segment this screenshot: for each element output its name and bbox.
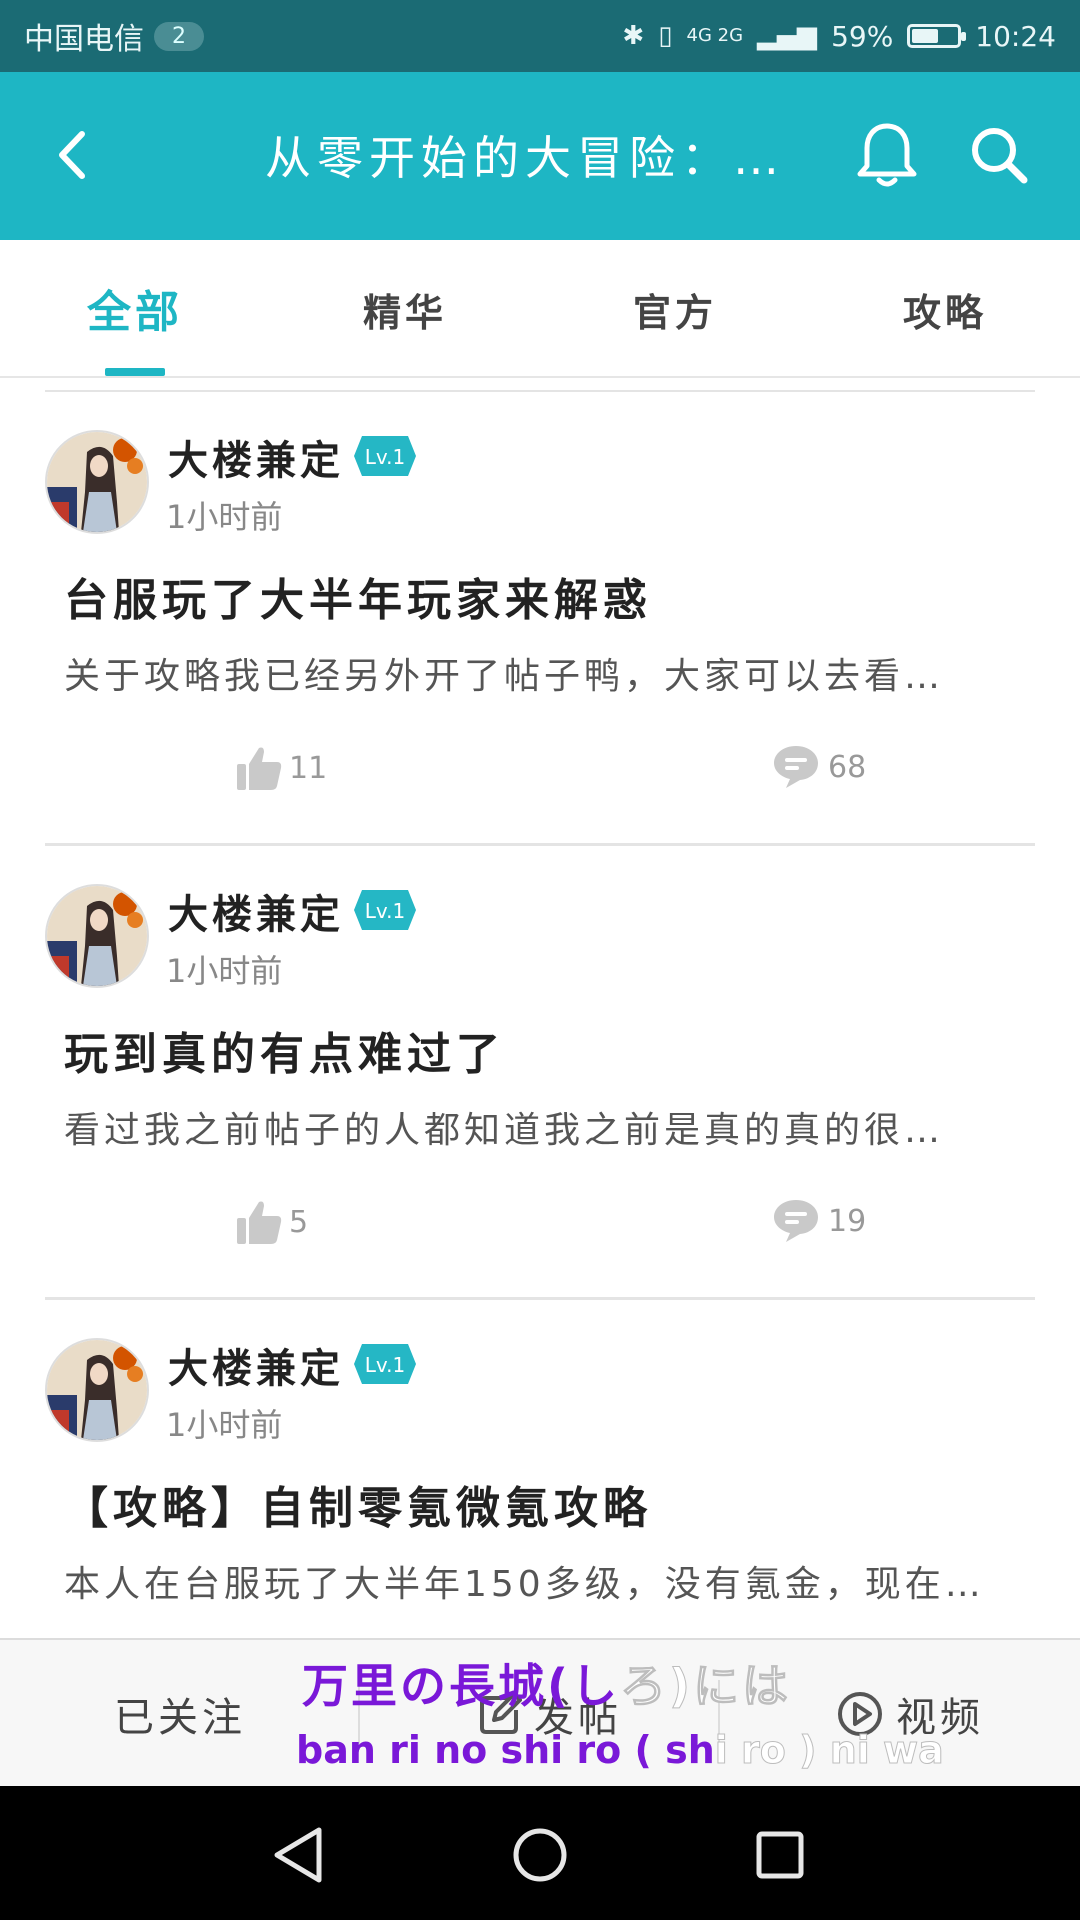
comment-button[interactable]: 19 [772, 1198, 866, 1244]
post-excerpt[interactable]: 本人在台服玩了大半年150多级，没有氪金，现在… [64, 1555, 1004, 1607]
carrier-name: 中国电信 [24, 22, 144, 57]
level-text: Lv.1 [365, 445, 406, 469]
lyric-unsung: ろ)には [620, 1659, 792, 1714]
author-name[interactable]: 大楼兼定 [168, 428, 344, 486]
thumbs-up-icon [237, 747, 282, 790]
triangle-back-icon [274, 1827, 322, 1883]
post-time: 1小时前 [166, 952, 283, 990]
avatar-image [47, 886, 147, 986]
thumbs-up-icon [237, 1201, 282, 1244]
level-text: Lv.1 [365, 899, 406, 923]
active-tab-indicator [105, 368, 165, 376]
lyric-romaji-sung: ban ri no shi ro ( sh [296, 1728, 715, 1772]
author-name[interactable]: 大楼兼定 [168, 882, 344, 940]
avatar[interactable] [45, 1338, 149, 1442]
level-badge: Lv.1 [354, 436, 416, 476]
back-button[interactable] [40, 120, 110, 190]
avatar-image [47, 432, 147, 532]
followed-button[interactable]: 已关注 [60, 1640, 300, 1788]
category-tabs: 全部 精华 官方 攻略 [0, 240, 1080, 378]
status-indicators: ✱ ▯ 4G 2G ▂▄▆ 59% 10:24 [622, 20, 1056, 53]
square-recents-icon [756, 1831, 804, 1879]
tab-featured[interactable]: 精华 [305, 282, 505, 337]
battery-icon [907, 24, 967, 48]
status-bar: 中国电信 2 ✱ ▯ 4G 2G ▂▄▆ 59% 10:24 [0, 0, 1080, 72]
like-button[interactable]: 5 [235, 1198, 308, 1246]
clock: 10:24 [975, 19, 1056, 53]
page-title: 从零开始的大冒险：… [265, 131, 785, 185]
search-button[interactable] [966, 122, 1032, 188]
tab-guides[interactable]: 攻略 [845, 282, 1045, 337]
comment-count: 68 [828, 749, 867, 785]
app-header: 从零开始的大冒险：… [0, 72, 1080, 240]
author-name[interactable]: 大楼兼定 [168, 1336, 344, 1394]
post-card[interactable]: 大楼兼定 Lv.1 1小时前 台服玩了大半年玩家来解惑 关于攻略我已经另外开了帖… [0, 392, 1080, 846]
tab-official[interactable]: 官方 [575, 282, 775, 337]
post-time: 1小时前 [166, 1406, 283, 1444]
like-button[interactable]: 11 [235, 744, 327, 792]
nav-back-button[interactable] [255, 1810, 345, 1900]
followed-label: 已关注 [114, 1695, 246, 1741]
level-badge: Lv.1 [354, 1344, 416, 1384]
notification-button[interactable] [852, 120, 922, 192]
avatar[interactable] [45, 884, 149, 988]
battery-percent: 59% [831, 19, 894, 53]
post-title[interactable]: 玩到真的有点难过了 [64, 1018, 505, 1082]
comment-count: 19 [828, 1203, 867, 1239]
system-navigation-bar [0, 1786, 1080, 1920]
lyric-romaji-line: ban ri no shi ro ( shi ro ) ni wa [296, 1728, 944, 1773]
post-title[interactable]: 台服玩了大半年玩家来解惑 [64, 564, 652, 628]
bell-icon [857, 123, 917, 187]
comment-icon [774, 746, 818, 788]
nav-home-button[interactable] [495, 1810, 585, 1900]
back-arrow-icon [59, 131, 85, 179]
tab-all[interactable]: 全部 [35, 276, 235, 340]
post-card[interactable]: 大楼兼定 Lv.1 1小时前 【攻略】自制零氪微氪攻略 本人在台服玩了大半年15… [0, 1300, 1080, 1638]
post-time: 1小时前 [166, 498, 283, 536]
like-count: 11 [289, 750, 328, 786]
signal-icon: ▂▄▆ [757, 21, 818, 51]
lyric-romaji-unsung: i ro ) ni wa [714, 1728, 944, 1773]
post-card[interactable]: 大楼兼定 Lv.1 1小时前 玩到真的有点难过了 看过我之前帖子的人都知道我之前… [0, 846, 1080, 1300]
search-icon [972, 128, 1028, 184]
level-text: Lv.1 [365, 1353, 406, 1377]
network-type: 4G 2G [686, 25, 744, 46]
post-excerpt[interactable]: 看过我之前帖子的人都知道我之前是真的真的很… [64, 1101, 1004, 1153]
bluetooth-icon: ✱ [622, 21, 645, 51]
level-badge: Lv.1 [354, 890, 416, 930]
battery-level-fill [912, 29, 939, 43]
lyric-sung: 万里の長城(し [302, 1659, 621, 1713]
post-title[interactable]: 【攻略】自制零氪微氪攻略 [64, 1472, 652, 1536]
avatar[interactable] [45, 430, 149, 534]
comment-icon [774, 1200, 818, 1242]
sim-badge: 2 [154, 21, 204, 51]
circle-home-icon [513, 1828, 567, 1882]
comment-button[interactable]: 68 [772, 744, 866, 790]
post-excerpt[interactable]: 关于攻略我已经另外开了帖子鸭，大家可以去看… [64, 647, 1004, 699]
nav-recents-button[interactable] [735, 1810, 825, 1900]
avatar-image [47, 1340, 147, 1440]
like-count: 5 [289, 1204, 309, 1240]
lyric-overlay-line: 万里の長城(しろ)には [302, 1650, 791, 1716]
vibrate-icon: ▯ [658, 21, 673, 51]
